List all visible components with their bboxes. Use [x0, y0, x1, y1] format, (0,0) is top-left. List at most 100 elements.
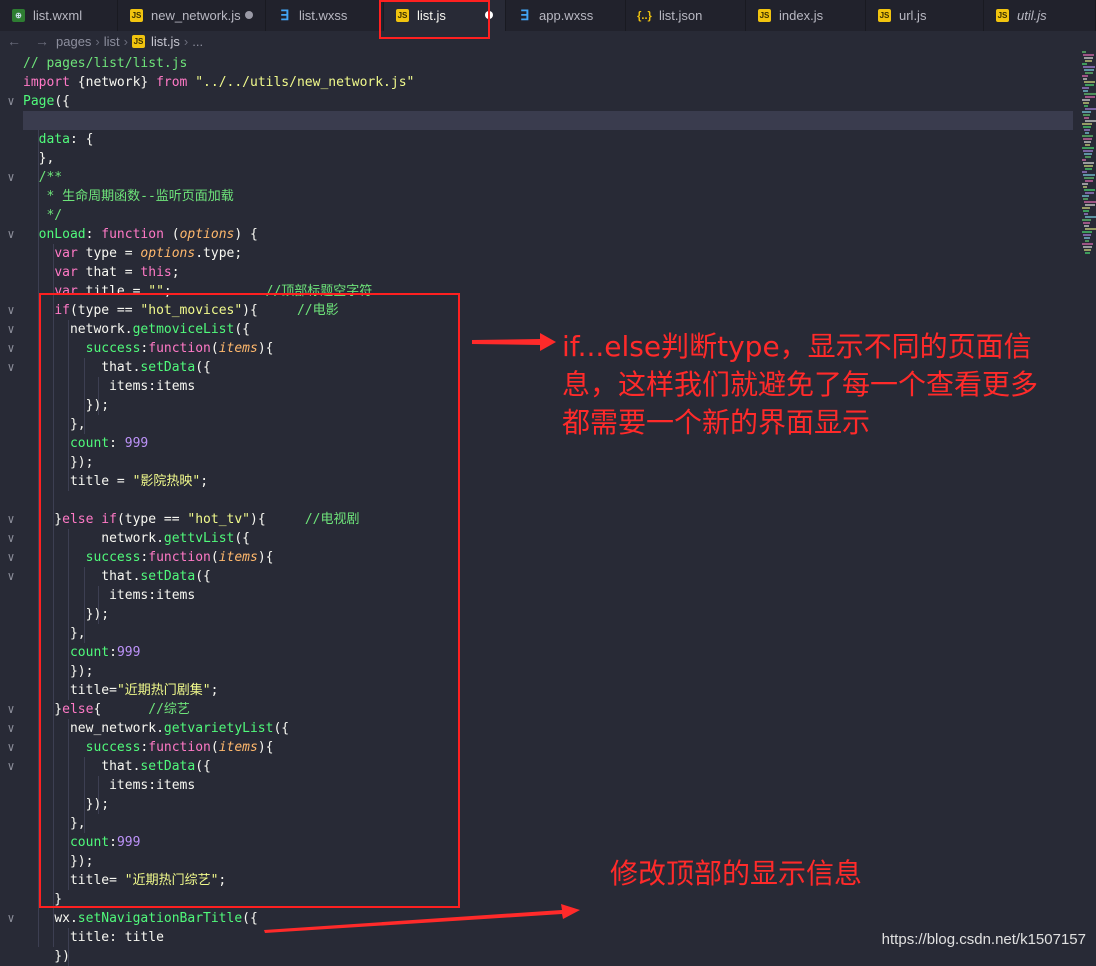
js-icon: JS	[758, 9, 771, 22]
fold-chevron-icon[interactable]: ∨	[4, 548, 18, 567]
minimap-line	[1083, 78, 1087, 80]
fold-chevron-icon[interactable]: ∨	[4, 700, 18, 719]
code-line[interactable]: },	[0, 149, 1080, 168]
tab-app-wxss[interactable]: ∃ app.wxss	[506, 0, 626, 31]
minimap-line	[1083, 186, 1087, 188]
code-text: var type = options.type;	[54, 246, 243, 261]
tab-url-js[interactable]: JS url.js	[866, 0, 984, 31]
arrow-right-icon	[472, 333, 556, 351]
minimap-line	[1084, 201, 1096, 203]
minimap-line	[1084, 141, 1091, 143]
minimap-line	[1084, 225, 1089, 227]
minimap-line	[1083, 174, 1095, 176]
minimap-line	[1083, 126, 1091, 128]
fold-chevron-icon[interactable]: ∨	[4, 738, 18, 757]
code-line[interactable]: import {network} from "../../utils/new_n…	[0, 73, 1080, 92]
minimap-line	[1085, 120, 1096, 122]
tab-index-js[interactable]: JS index.js	[746, 0, 866, 31]
minimap-line	[1082, 231, 1092, 233]
code-line[interactable]: ∨ Page({	[0, 92, 1080, 111]
minimap-line	[1084, 69, 1094, 71]
tab-list-json[interactable]: {..} list.json	[626, 0, 746, 31]
minimap-line	[1083, 90, 1088, 92]
code-line[interactable]: */	[0, 206, 1080, 225]
fold-chevron-icon[interactable]: ∨	[4, 719, 18, 738]
fold-chevron-icon[interactable]: ∨	[4, 339, 18, 358]
code-line[interactable]: ∨ /**	[0, 168, 1080, 187]
minimap-line	[1082, 195, 1089, 197]
tab-new_network-js[interactable]: JS new_network.js	[118, 0, 266, 31]
minimap-line	[1083, 162, 1094, 164]
fold-chevron-icon[interactable]: ∨	[4, 358, 18, 377]
minimap-line	[1085, 192, 1094, 194]
tab-label: list.wxss	[299, 8, 348, 23]
chevron-right-icon: ›	[123, 33, 128, 49]
breadcrumb-item-list[interactable]: list	[104, 34, 120, 49]
fold-chevron-icon[interactable]: ∨	[4, 510, 18, 529]
json-icon: {..}	[637, 9, 652, 22]
minimap-line	[1085, 168, 1092, 170]
minimap-line	[1085, 240, 1089, 242]
fold-chevron-icon[interactable]: ∨	[4, 757, 18, 776]
active-tab-highlight-box	[379, 0, 490, 39]
tab-list-wxml[interactable]: ⊕ list.wxml	[0, 0, 118, 31]
code-line[interactable]: // pages/list/list.js	[0, 54, 1080, 73]
annotation-line: 息，这样我们就避免了每一个查看更多	[562, 368, 1039, 401]
annotation-ifelse-note: if...else判断type，显示不同的页面信 息，这样我们就避免了每一个查看…	[562, 328, 1082, 442]
fold-chevron-icon[interactable]: ∨	[4, 529, 18, 548]
code-text: /**	[23, 170, 63, 185]
tab-label: url.js	[899, 8, 927, 23]
fold-chevron-icon[interactable]: ∨	[4, 567, 18, 586]
minimap-line	[1085, 204, 1095, 206]
minimap-line	[1084, 117, 1089, 119]
code-line[interactable]: })	[0, 947, 1080, 966]
minimap-line	[1083, 246, 1092, 248]
minimap-line	[1085, 252, 1090, 254]
code-text: * 生命周期函数--监听页面加载	[23, 189, 234, 204]
minimap-line	[1082, 147, 1094, 149]
fold-chevron-icon[interactable]: ∨	[4, 320, 18, 339]
tab-list-wxss[interactable]: ∃ list.wxss	[266, 0, 384, 31]
code-text: */	[23, 208, 63, 223]
minimap-line	[1085, 144, 1090, 146]
fold-chevron-icon[interactable]: ∨	[4, 909, 18, 928]
breadcrumb-item-more[interactable]: ...	[192, 34, 203, 49]
annotation-line: 都需要一个新的界面显示	[562, 406, 871, 439]
minimap-line	[1084, 249, 1091, 251]
minimap-line	[1082, 99, 1090, 101]
code-line[interactable]: data: {	[0, 130, 1080, 149]
minimap-line	[1083, 234, 1091, 236]
fold-chevron-icon[interactable]: ∨	[4, 168, 18, 187]
tab-label: app.wxss	[539, 8, 594, 23]
editor-tab-bar: ⊕ list.wxml JS new_network.js ∃ list.wxss JS li…	[0, 0, 1096, 31]
code-line[interactable]: * 生命周期函数--监听页面加载	[0, 187, 1080, 206]
breadcrumb-item-pages[interactable]: pages	[56, 34, 91, 49]
forward-arrow-icon[interactable]: →	[28, 33, 56, 49]
minimap-line	[1084, 105, 1088, 107]
code-line[interactable]: var that = this;	[0, 263, 1080, 282]
annotation-line: if...else判断type，显示不同的页面信	[562, 330, 1032, 363]
fold-chevron-icon[interactable]: ∨	[4, 225, 18, 244]
fold-chevron-icon[interactable]: ∨	[4, 301, 18, 320]
minimap-line	[1083, 102, 1089, 104]
code-text: })	[23, 949, 70, 964]
minimap-line	[1084, 213, 1088, 215]
minimap-line	[1082, 183, 1088, 185]
minimap-line	[1083, 114, 1090, 116]
unsaved-dot-icon[interactable]	[245, 11, 253, 19]
js-icon: JS	[996, 9, 1009, 22]
back-arrow-icon[interactable]: ←	[0, 33, 28, 49]
breadcrumb-item-file[interactable]: list.js	[151, 34, 180, 49]
code-text: // pages/list/list.js	[23, 56, 188, 71]
minimap-line	[1085, 108, 1096, 110]
js-icon: JS	[878, 9, 891, 22]
minimap-line	[1082, 111, 1091, 113]
code-line[interactable]: ∨ onLoad: function (options) {	[0, 225, 1080, 244]
code-line[interactable]: var type = options.type;	[0, 244, 1080, 263]
code-line[interactable]	[0, 111, 1080, 130]
minimap-line	[1085, 72, 1093, 74]
fold-chevron-icon[interactable]: ∨	[4, 92, 18, 111]
js-icon: JS	[130, 9, 143, 22]
minimap[interactable]	[1080, 51, 1096, 261]
tab-util-js[interactable]: JS util.js	[984, 0, 1096, 31]
